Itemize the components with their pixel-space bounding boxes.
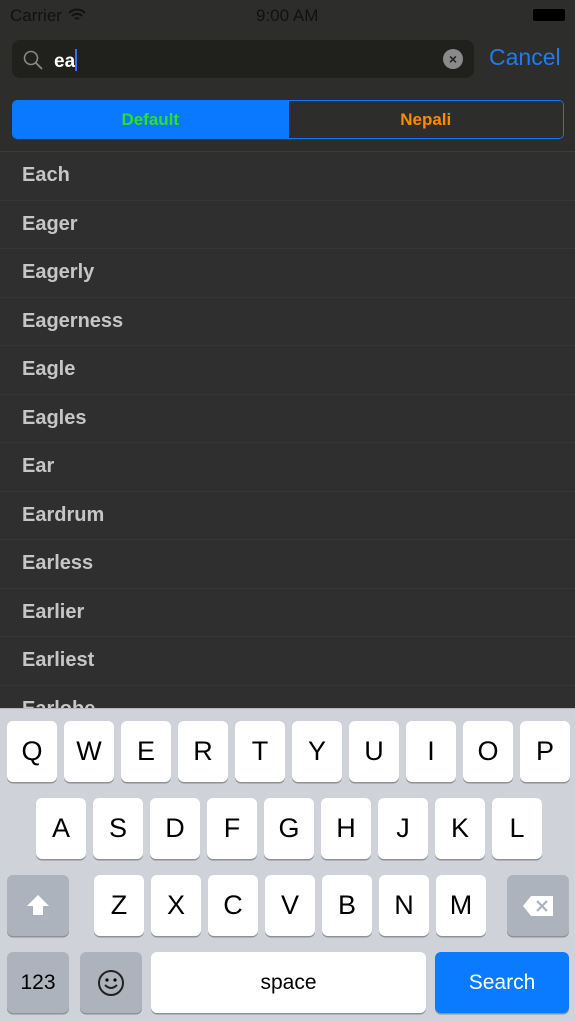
- key-s[interactable]: S: [93, 798, 143, 859]
- header: Carrier 9:00 AM ea × Cancel Default Nepa…: [0, 0, 575, 152]
- cancel-button[interactable]: Cancel: [489, 44, 561, 71]
- shift-key[interactable]: [7, 875, 69, 936]
- delete-key[interactable]: [507, 875, 569, 936]
- list-item[interactable]: Eardrum: [0, 492, 575, 540]
- key-u[interactable]: U: [349, 721, 399, 782]
- list-item[interactable]: Eagles: [0, 395, 575, 443]
- key-w[interactable]: W: [64, 721, 114, 782]
- list-item[interactable]: Eagerness: [0, 298, 575, 346]
- list-item[interactable]: Eagerly: [0, 249, 575, 298]
- key-g[interactable]: G: [264, 798, 314, 859]
- list-item[interactable]: Earliest: [0, 637, 575, 686]
- key-e[interactable]: E: [121, 721, 171, 782]
- text-caret: [75, 49, 78, 71]
- key-a[interactable]: A: [36, 798, 86, 859]
- key-b[interactable]: B: [322, 875, 372, 936]
- key-i[interactable]: I: [406, 721, 456, 782]
- segment-default[interactable]: Default: [13, 101, 288, 138]
- list-item[interactable]: Each: [0, 152, 575, 201]
- segmented-control: Default Nepali: [12, 100, 564, 139]
- shift-icon: [27, 895, 49, 915]
- clock: 9:00 AM: [256, 6, 319, 25]
- key-r[interactable]: R: [178, 721, 228, 782]
- carrier-label: Carrier: [10, 6, 62, 25]
- key-j[interactable]: J: [378, 798, 428, 859]
- results-list: Each Eager Eagerly Eagerness Eagle Eagles Ear E…: [0, 152, 575, 734]
- search-key[interactable]: Search: [435, 952, 569, 1013]
- list-item[interactable]: Eager: [0, 201, 575, 249]
- list-item[interactable]: Earlier: [0, 589, 575, 637]
- key-k[interactable]: K: [435, 798, 485, 859]
- key-y[interactable]: Y: [292, 721, 342, 782]
- search-icon: [23, 50, 43, 70]
- list-item[interactable]: Earless: [0, 540, 575, 589]
- key-n[interactable]: N: [379, 875, 429, 936]
- wifi-icon: [68, 8, 86, 20]
- key-l[interactable]: L: [492, 798, 542, 859]
- key-p[interactable]: P: [520, 721, 570, 782]
- search-input[interactable]: ea ×: [12, 40, 474, 78]
- keyboard: Q W E R T Y U I O P A S D F G H J K L Z X C V B N M 123 space Search: [0, 708, 575, 1021]
- numbers-key[interactable]: 123: [7, 952, 69, 1013]
- segment-nepali[interactable]: Nepali: [287, 101, 563, 138]
- emoji-icon: [98, 970, 124, 996]
- key-v[interactable]: V: [265, 875, 315, 936]
- emoji-key[interactable]: [80, 952, 142, 1013]
- key-h[interactable]: H: [321, 798, 371, 859]
- clear-icon[interactable]: ×: [443, 49, 463, 69]
- key-f[interactable]: F: [207, 798, 257, 859]
- key-t[interactable]: T: [235, 721, 285, 782]
- key-z[interactable]: Z: [94, 875, 144, 936]
- battery-icon: [533, 9, 565, 21]
- backspace-icon: [523, 896, 553, 916]
- key-o[interactable]: O: [463, 721, 513, 782]
- list-item[interactable]: Eagle: [0, 346, 575, 395]
- key-q[interactable]: Q: [7, 721, 57, 782]
- key-m[interactable]: M: [436, 875, 486, 936]
- key-d[interactable]: D: [150, 798, 200, 859]
- key-x[interactable]: X: [151, 875, 201, 936]
- list-item[interactable]: Ear: [0, 443, 575, 492]
- space-key[interactable]: space: [151, 952, 426, 1013]
- key-c[interactable]: C: [208, 875, 258, 936]
- search-value: ea: [54, 51, 76, 72]
